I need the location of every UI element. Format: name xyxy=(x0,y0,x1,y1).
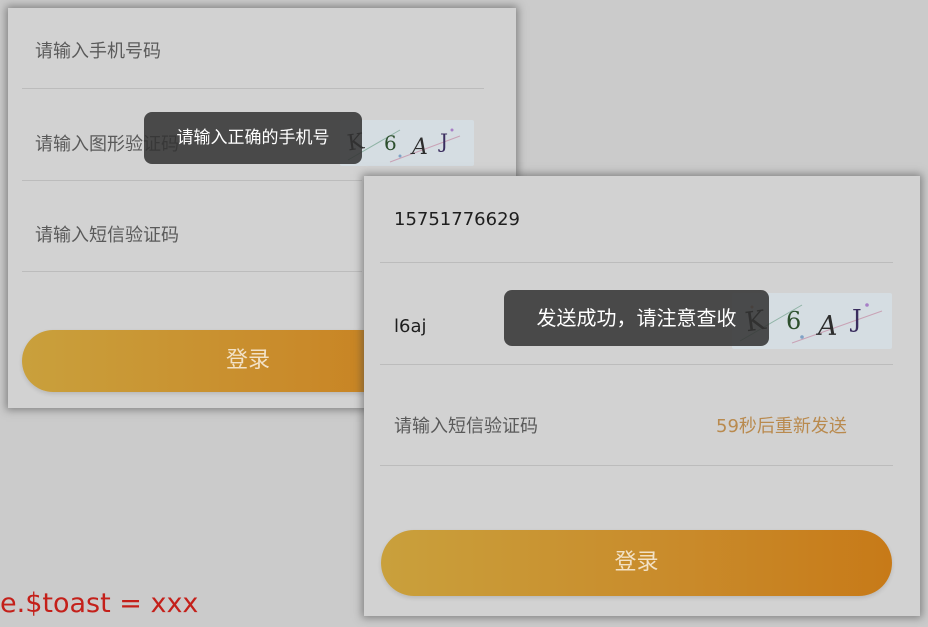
login-button[interactable]: 登录 xyxy=(381,530,892,596)
svg-text:J: J xyxy=(849,305,862,333)
divider xyxy=(22,180,362,181)
login-button-label: 登录 xyxy=(226,348,271,373)
code-annotation: e.$toast = xxx xyxy=(0,588,199,619)
svg-text:6: 6 xyxy=(384,131,397,155)
toast-message: 请输入正确的手机号 xyxy=(144,112,362,164)
divider xyxy=(380,465,893,466)
phone-input[interactable]: 请输入手机号码 xyxy=(35,32,161,72)
svg-text:A: A xyxy=(815,311,838,342)
svg-text:A: A xyxy=(410,135,428,160)
captcha-input[interactable]: l6aj xyxy=(394,307,426,347)
svg-text:J: J xyxy=(438,129,448,153)
divider xyxy=(22,88,484,89)
divider xyxy=(22,271,362,272)
sms-code-input[interactable]: 请输入短信验证码 xyxy=(394,407,538,447)
resend-countdown-button[interactable]: 59秒后重新发送 xyxy=(716,407,847,447)
divider xyxy=(380,262,893,263)
phone-input[interactable]: 15751776629 xyxy=(394,200,520,240)
login-button-label: 登录 xyxy=(614,550,659,575)
divider xyxy=(380,364,893,365)
sms-code-input[interactable]: 请输入短信验证码 xyxy=(35,216,179,256)
toast-message: 发送成功，请注意查收 xyxy=(504,290,769,346)
svg-text:6: 6 xyxy=(786,307,801,335)
